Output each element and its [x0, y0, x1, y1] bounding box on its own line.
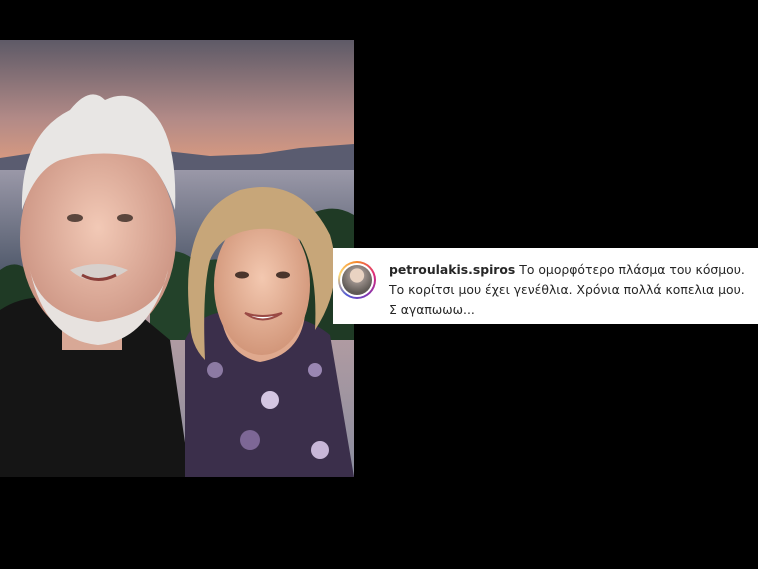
avatar-border — [340, 263, 374, 297]
selfie-image — [0, 40, 354, 477]
screen: petroulakis.spiros Το ομορφότερο πλάσμα … — [0, 0, 758, 569]
profile-avatar-icon[interactable] — [338, 261, 376, 299]
caption-card: petroulakis.spiros Το ομορφότερο πλάσμα … — [333, 248, 758, 324]
username-link[interactable]: petroulakis.spiros — [389, 262, 515, 277]
post-photo — [0, 40, 354, 477]
avatar-image — [342, 265, 372, 295]
